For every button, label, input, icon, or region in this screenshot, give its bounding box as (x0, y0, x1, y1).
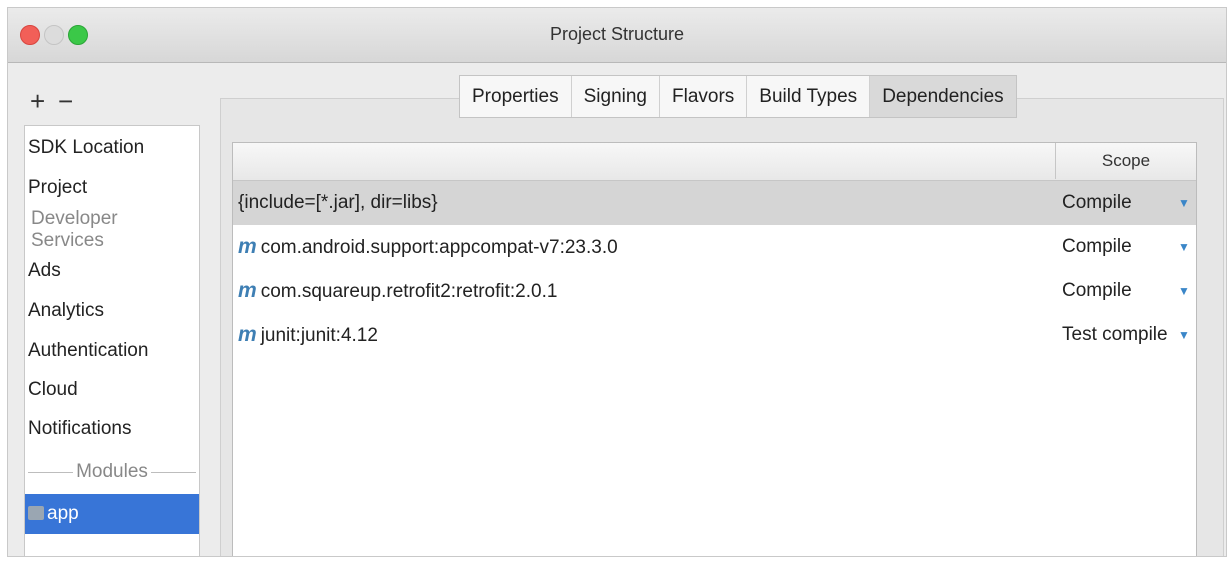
tab-build-types[interactable]: Build Types (747, 76, 871, 117)
sidebar-item-app[interactable]: app (25, 494, 199, 534)
section-header-developer-services: Developer Services (31, 208, 118, 251)
sidebar-item-label: Notifications (28, 418, 132, 439)
sidebar-item-project[interactable]: Project (25, 168, 199, 208)
table-row[interactable]: m junit:junit:4.12 Test compile ▼ (233, 313, 1196, 357)
maven-m-icon: m (238, 235, 257, 258)
tab-dependencies[interactable]: Dependencies (870, 76, 1016, 117)
title-bar: Project Structure (8, 8, 1226, 63)
sidebar-item-label: Authentication (28, 340, 149, 361)
window-title: Project Structure (549, 24, 685, 44)
dependency-name: junit:junit:4.12 (260, 325, 378, 346)
sidebar-item-label: app (47, 503, 79, 524)
maven-m-icon: m (238, 323, 257, 346)
tab-properties[interactable]: Properties (460, 76, 572, 117)
sidebar-item-label: Analytics (28, 300, 105, 321)
folder-icon (28, 505, 44, 520)
dependency-name: com.android.support:appcompat-v7:23.3.0 (260, 237, 618, 258)
maven-m-icon: m (238, 279, 257, 302)
scope-select[interactable]: Compile (1062, 181, 1132, 225)
sidebar-item-analytics[interactable]: Analytics (25, 291, 199, 331)
table-header: Scope (233, 143, 1196, 181)
table-row[interactable]: m com.squareup.retrofit2:retrofit:2.0.1 C… (233, 269, 1196, 313)
section-header-modules: Modules (25, 452, 199, 492)
dependencies-table: Scope {include=[*.jar], dir=libs} Compil… (232, 142, 1197, 556)
table-row[interactable]: {include=[*.jar], dir=libs} Compile ▼ (233, 181, 1196, 225)
triangle-down-icon[interactable]: ▼ (1178, 225, 1190, 269)
remove-button[interactable]: − (58, 88, 73, 114)
sidebar-item-authentication[interactable]: Authentication (25, 331, 199, 371)
sidebar-item-label: Cloud (28, 379, 78, 400)
triangle-down-icon[interactable]: ▼ (1178, 313, 1190, 357)
add-button[interactable]: + (30, 88, 45, 114)
triangle-down-icon[interactable]: ▼ (1178, 269, 1190, 313)
scope-select[interactable]: Compile (1062, 269, 1132, 313)
sidebar-item-ads[interactable]: Ads (25, 251, 199, 291)
tab-flavors[interactable]: Flavors (660, 76, 748, 117)
tab-signing[interactable]: Signing (572, 76, 660, 117)
sidebar-item-cloud[interactable]: Cloud (25, 370, 199, 410)
scope-select[interactable]: Test compile (1062, 313, 1168, 357)
sidebar: SDK Location Project Developer Services … (24, 125, 200, 556)
sidebar-item-label: Ads (28, 260, 61, 281)
sidebar-item-notifications[interactable]: Notifications (25, 409, 199, 449)
dependency-name: {include=[*.jar], dir=libs} (238, 192, 438, 213)
sidebar-item-sdk-location[interactable]: SDK Location (25, 128, 199, 168)
sidebar-item-label: SDK Location (28, 137, 145, 158)
table-row[interactable]: m com.android.support:appcompat-v7:23.3.0… (233, 225, 1196, 269)
sidebar-item-label: Project (28, 177, 88, 198)
dependency-name: com.squareup.retrofit2:retrofit:2.0.1 (260, 281, 558, 302)
scope-select[interactable]: Compile (1062, 225, 1132, 269)
project-structure-window: Project Structure + − SDK Location Proje… (7, 7, 1227, 557)
triangle-down-icon[interactable]: ▼ (1178, 181, 1190, 225)
tab-bar: Properties Signing Flavors Build Types D… (459, 75, 1017, 118)
column-header-scope[interactable]: Scope (1055, 143, 1196, 179)
